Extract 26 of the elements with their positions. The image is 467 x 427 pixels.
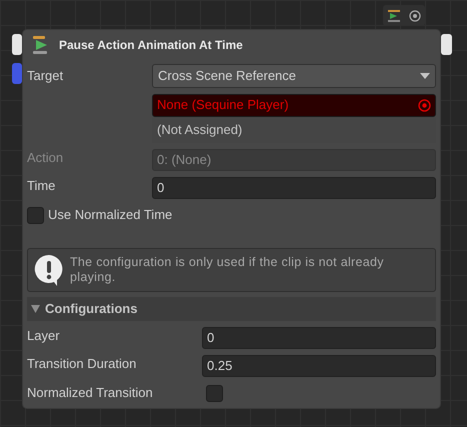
field-label: Layer: [27, 327, 61, 346]
field-label: Action: [27, 149, 64, 168]
field-label: Target: [27, 66, 64, 85]
target-icon[interactable]: [418, 98, 431, 112]
text-field[interactable]: 0: [202, 327, 436, 349]
target-icon[interactable]: [408, 10, 420, 22]
script-icon[interactable]: [388, 10, 400, 22]
caret-icon: [31, 305, 40, 313]
field-label: Time: [27, 177, 56, 196]
warning-icon: [34, 254, 64, 286]
object-field[interactable]: None (Sequine Player): [152, 94, 436, 116]
text-field[interactable]: 0.25: [202, 355, 436, 377]
section-header[interactable]: Configurations: [27, 297, 436, 321]
node-title: Pause Action Animation At Time: [59, 37, 243, 54]
field-label: Normalized Transition: [27, 384, 154, 402]
help-text: The configuration is only used if the clip is not already playing.: [70, 255, 385, 285]
checkbox[interactable]: [27, 206, 44, 224]
output-port[interactable]: [441, 34, 452, 55]
text-field[interactable]: 0: [152, 177, 436, 199]
input-port[interactable]: [12, 34, 22, 55]
checkbox-label: Use Normalized Time: [48, 206, 172, 224]
dropdown[interactable]: Cross Scene Reference: [152, 64, 436, 88]
caret-icon: [420, 72, 430, 78]
field-label: Transition Duration: [27, 355, 138, 374]
checkbox[interactable]: [206, 384, 223, 402]
target-port[interactable]: [12, 63, 22, 84]
